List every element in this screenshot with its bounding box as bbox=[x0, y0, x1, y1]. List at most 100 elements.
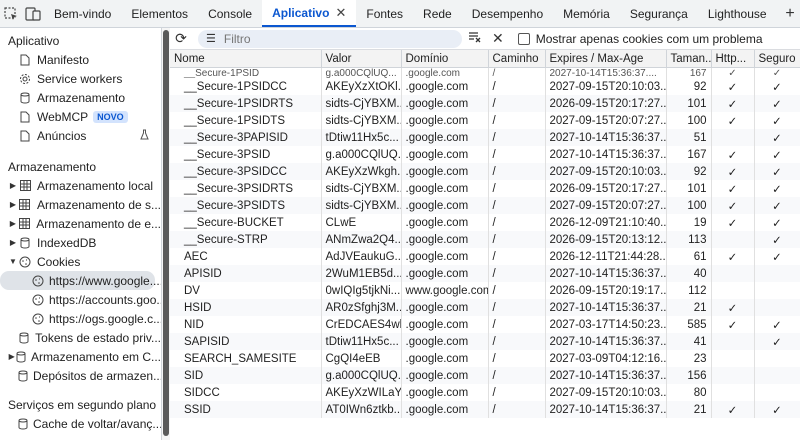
tab-label: Lighthouse bbox=[707, 6, 767, 21]
grid-icon bbox=[18, 179, 32, 193]
table-row[interactable]: __Secure-1PSIDTS sidts-CjYBXM... .google.c… bbox=[170, 112, 800, 129]
table-row[interactable]: DV 0wIQIg5tjkNi... www.google.com/2026-09-… bbox=[170, 282, 800, 299]
sidebar-item-manifest[interactable]: Manifesto bbox=[0, 50, 161, 69]
column-header[interactable]: Expires / Max-Age bbox=[545, 50, 667, 68]
tab-memory[interactable]: Memória bbox=[553, 0, 620, 27]
cell-name: SIDCC bbox=[170, 384, 322, 401]
cell-httponly: ✓ bbox=[711, 67, 755, 78]
cell-path: / bbox=[488, 163, 546, 180]
tab-network[interactable]: Rede bbox=[413, 0, 462, 27]
cell-size: 92 bbox=[666, 78, 712, 95]
table-row[interactable]: __Secure-BUCKET CLwE .google.com/2026-12-0… bbox=[170, 214, 800, 231]
inspect-element-icon[interactable] bbox=[0, 0, 22, 27]
sidebar-item-cookie-origin[interactable]: https://accounts.goo... bbox=[0, 290, 161, 309]
table-row[interactable]: SAPISID tDtiw11Hx5c... .google.com/2027-10… bbox=[170, 333, 800, 350]
sidebar-item-cookies[interactable]: ▼ Cookies bbox=[0, 252, 161, 271]
tab-welcome[interactable]: Bem-vindo bbox=[44, 0, 121, 27]
column-header[interactable]: Seguro bbox=[754, 50, 800, 68]
table-row[interactable]: __Secure-3PAPISID tDtiw11Hx5c... .google.c… bbox=[170, 129, 800, 146]
sidebar-item-cookie-origin[interactable]: https://www.google.... bbox=[0, 271, 161, 290]
expand-arrow-icon[interactable]: ▶ bbox=[8, 200, 18, 209]
cell-domain: www.google.com bbox=[401, 282, 489, 299]
refresh-icon[interactable]: ⟳ bbox=[170, 30, 192, 47]
table-row[interactable]: __Secure-3PSIDCC AKEyXzWkgh... .google.com… bbox=[170, 163, 800, 180]
sidebar-item-label: Depósitos de armazen... bbox=[33, 368, 162, 383]
column-header[interactable]: Domínio bbox=[401, 50, 489, 68]
table-row-partial[interactable]: __Secure-1PSID g.a000CQlUQ... .google.co… bbox=[170, 67, 800, 78]
scrollbar-thumb[interactable] bbox=[163, 30, 169, 436]
cell-httponly: ✓ bbox=[711, 95, 755, 112]
cell-domain: .google.com bbox=[401, 401, 489, 418]
table-row[interactable]: SSID AT0IWn6ztkb... .google.com/2027-10-14… bbox=[170, 401, 800, 418]
table-row[interactable]: SIDCCAKEyXzWILaY....google.com/2027-09-1… bbox=[170, 384, 800, 401]
sidebar-item-webmcp[interactable]: WebMCP NOVO bbox=[0, 107, 161, 126]
table-row[interactable]: __Secure-3PSID g.a000CQlUQ... .google.com /… bbox=[170, 146, 800, 163]
sidebar-item-shared-storage[interactable]: ▶ Armazenamento em C... bbox=[0, 347, 161, 366]
table-row[interactable]: __Secure-STRP ANmZwa2Q4... .google.com/202… bbox=[170, 231, 800, 248]
tab-elements[interactable]: Elementos bbox=[121, 0, 198, 27]
sidebar-item-storage-buckets[interactable]: Depósitos de armazen... bbox=[0, 366, 161, 385]
sidebar-item-indexeddb[interactable]: ▶ IndexedDB bbox=[0, 233, 161, 252]
tab-performance[interactable]: Desempenho bbox=[462, 0, 553, 27]
table-row[interactable]: HSID AR0zSfghj3M... .google.com/2027-10-14… bbox=[170, 299, 800, 316]
sidebar-item-extension-storage[interactable]: ▶ Armazenamento de e... bbox=[0, 214, 161, 233]
column-header[interactable]: Http... bbox=[711, 50, 755, 68]
expand-arrow-icon[interactable]: ▶ bbox=[8, 219, 18, 228]
column-header[interactable]: Caminho bbox=[488, 50, 546, 68]
table-row[interactable]: __Secure-3PSIDRTS sidts-CjYBXM... .google.… bbox=[170, 180, 800, 197]
only-issues-label: Mostrar apenas cookies com um problema bbox=[535, 31, 763, 46]
sidebar-item-session-storage[interactable]: ▶ Armazenamento de s... bbox=[0, 195, 161, 214]
sidebar-item-local-storage[interactable]: ▶ Armazenamento local bbox=[0, 176, 161, 195]
close-tab-icon[interactable]: ✕ bbox=[335, 5, 346, 21]
collapse-arrow-icon[interactable]: ▼ bbox=[8, 257, 18, 266]
table-row[interactable]: AEC AdJVEaukuG... .google.com/2026-12-11T2… bbox=[170, 248, 800, 265]
cell-value: CLwE bbox=[321, 214, 402, 231]
cell-size: 101 bbox=[666, 95, 712, 112]
cell-size: 113 bbox=[666, 231, 712, 248]
table-row[interactable]: __Secure-1PSIDRTS sidts-CjYBXM... .google.… bbox=[170, 95, 800, 112]
delete-selected-icon[interactable]: ✕ bbox=[492, 30, 504, 47]
tab-lighthouse[interactable]: Lighthouse bbox=[698, 0, 777, 27]
cookies-table: Nome Valor Domínio Caminho Expires / Max… bbox=[170, 50, 800, 418]
sidebar-item-back-forward-cache[interactable]: Cache de voltar/avanç... bbox=[0, 414, 161, 433]
cell-size: 585 bbox=[666, 316, 712, 333]
table-row[interactable]: NIDCrEDCAES4wl....google.com/2027-03-17T… bbox=[170, 316, 800, 333]
clear-all-cookies-icon[interactable] bbox=[468, 31, 482, 46]
table-row[interactable]: __Secure-1PSIDCC AKEyXzXtOKl... .google.co… bbox=[170, 78, 800, 95]
table-row[interactable]: APISID 2WuM1EB5d... .google.com/2027-10-14… bbox=[170, 265, 800, 282]
sidebar-item-ads[interactable]: Anúncios bbox=[0, 126, 161, 145]
column-header[interactable]: Taman... bbox=[666, 50, 712, 68]
expand-arrow-icon[interactable]: ▶ bbox=[8, 181, 18, 190]
sidebar-item-service-workers[interactable]: Service workers bbox=[0, 69, 161, 88]
cell-value: AKEyXzWILaY... bbox=[321, 384, 402, 401]
table-row[interactable]: __Secure-3PSIDTS sidts-CjYBXM... .google.c… bbox=[170, 197, 800, 214]
expand-arrow-icon[interactable]: ▶ bbox=[8, 352, 15, 361]
sidebar-scrollbar[interactable] bbox=[162, 28, 170, 440]
column-header[interactable]: Nome bbox=[170, 50, 322, 68]
expand-arrow-icon[interactable]: ▶ bbox=[8, 238, 18, 247]
tab-sources[interactable]: Fontes bbox=[356, 0, 413, 27]
sidebar-item-storage[interactable]: Armazenamento bbox=[0, 88, 161, 107]
tab-security[interactable]: Segurança bbox=[620, 0, 698, 27]
cell-domain: .google.com bbox=[401, 316, 489, 333]
checkbox-box[interactable] bbox=[517, 32, 530, 45]
cookie-icon bbox=[32, 312, 44, 326]
column-header[interactable]: Valor bbox=[321, 50, 402, 68]
table-row[interactable]: SEARCH_SAMESITE CgQI4eEB .google.com/2027-… bbox=[170, 350, 800, 367]
tab-console[interactable]: Console bbox=[198, 0, 262, 27]
only-issues-checkbox[interactable]: Mostrar apenas cookies com um problema bbox=[517, 31, 763, 46]
cell-size: 101 bbox=[666, 180, 712, 197]
cell-size: 21 bbox=[666, 401, 712, 418]
tab-application[interactable]: Aplicativo ✕ bbox=[262, 0, 357, 27]
table-row[interactable]: SID g.a000CQlUQ... .google.com/2027-10-14T… bbox=[170, 367, 800, 384]
more-tabs-plus-icon[interactable]: + bbox=[780, 0, 800, 27]
device-toolbar-icon[interactable] bbox=[22, 0, 44, 27]
sidebar-item-private-state-tokens[interactable]: Tokens de estado priv... bbox=[0, 328, 161, 347]
sidebar-item-label: Armazenamento bbox=[37, 90, 126, 105]
sidebar-item-cookie-origin[interactable]: https://ogs.google.c... bbox=[0, 309, 161, 328]
filter-input[interactable] bbox=[221, 30, 446, 47]
filter-box[interactable]: ☰ bbox=[198, 29, 462, 48]
cell-secure: ✓ bbox=[754, 95, 800, 112]
tab-label: Bem-vindo bbox=[54, 6, 112, 21]
cell-path: / bbox=[488, 146, 546, 163]
